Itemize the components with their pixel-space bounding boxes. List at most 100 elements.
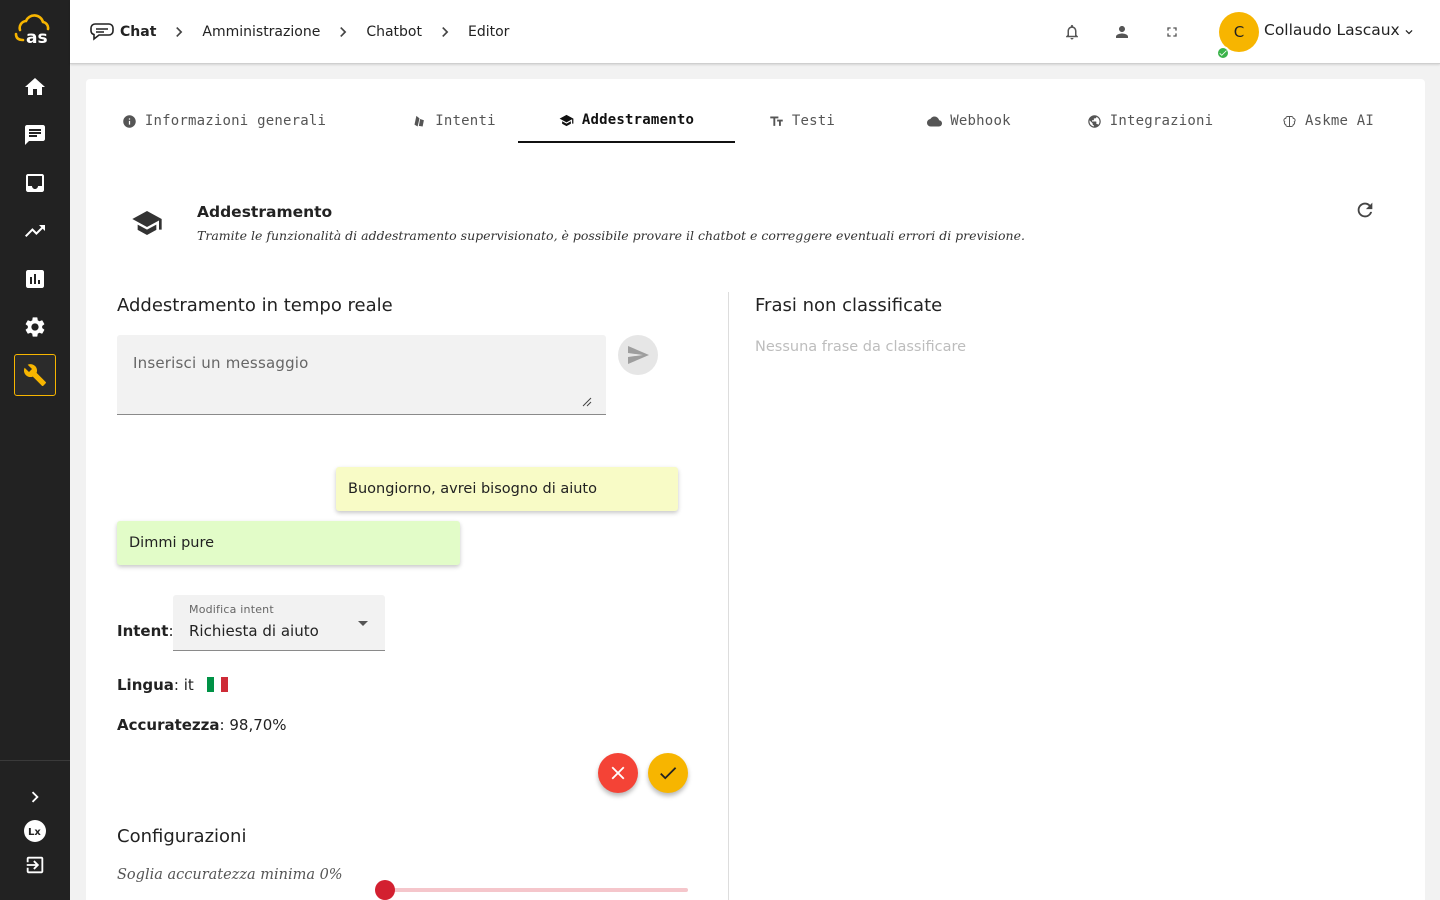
chevron-right-icon [332,21,354,43]
threshold-label: Soglia accuratezza minima 0% [117,867,343,883]
chevron-down-icon[interactable] [1402,25,1416,39]
sidebar: as Lx [0,0,70,900]
chevron-right-icon [31,791,39,803]
globe-icon [1087,114,1101,128]
svg-text:as: as [26,28,48,46]
sidebar-item-chat[interactable] [14,114,56,156]
message-input-placeholder: Inserisci un messaggio [133,354,309,372]
breadcrumb-editor: Editor [467,24,510,40]
logout-button[interactable] [21,851,49,879]
sidebar-item-home[interactable] [14,66,56,108]
section-title: Addestramento [197,203,333,221]
breadcrumb-amministrazione[interactable]: Amministrazione [202,24,320,40]
tab-label: Integrazioni [1109,113,1214,129]
tab-bar: Informazioni generali Intenti Addestrame… [86,99,1425,143]
tab-askme-ai[interactable]: Askme AI [1258,99,1398,143]
resize-handle-icon[interactable] [582,397,592,407]
check-icon [660,767,677,780]
sidebar-divider [0,760,70,761]
editor-card: Informazioni generali Intenti Addestrame… [86,79,1425,900]
italy-flag-icon [206,677,228,692]
user-name[interactable]: Collaudo Lascaux [1264,21,1400,39]
tab-informazioni-generali[interactable]: Informazioni generali [116,99,332,143]
profile-button[interactable] [1112,22,1132,42]
notifications-button[interactable] [1062,22,1082,42]
home-icon [25,78,45,95]
wrench-icon [23,364,46,386]
user-message-bubble: Buongiorno, avrei bisogno di aiuto [336,467,678,511]
chat-icon [25,125,45,145]
send-button[interactable] [618,335,658,375]
tab-label: Intenti [435,113,496,129]
dropdown-arrow-icon [358,621,368,626]
cloud-icon [927,116,943,126]
tab-label: Informazioni generali [144,113,327,129]
info-icon [123,114,136,128]
top-header: Chat Amministrazione Chatbot Editor C Co… [70,0,1440,64]
bar-chart-icon [26,270,44,288]
tab-intenti[interactable]: Intenti [374,99,534,143]
fullscreen-icon [1167,27,1177,37]
unclassified-title: Frasi non classificate [755,295,943,316]
section-subtitle: Tramite le funzionalità di addestramento… [197,228,1025,243]
chevron-right-icon [168,21,190,43]
chatbot-icon [90,23,114,41]
tab-label: Addestramento [581,112,695,128]
tab-label: Webhook [950,113,1011,129]
threshold-slider-thumb[interactable] [375,880,395,900]
refresh-icon[interactable] [1354,199,1376,221]
inbox-icon [26,174,44,192]
threshold-slider-track[interactable] [385,888,688,892]
config-title: Configurazioni [117,826,247,847]
sidebar-item-tools[interactable] [14,354,56,396]
intent-select-value: Richiesta di aiuto [189,622,319,640]
message-input[interactable]: Inserisci un messaggio [117,335,606,415]
sidebar-item-settings[interactable] [14,306,56,348]
intent-select[interactable]: Modifica intent Richiesta di aiuto [173,595,385,651]
tab-webhook[interactable]: Webhook [891,99,1047,143]
online-status-icon [1216,46,1230,60]
breadcrumb-chatbot[interactable]: Chatbot [366,24,422,40]
tab-label: Testi [791,113,836,129]
text-size-icon [770,116,783,126]
sidebar-item-reports[interactable] [14,258,56,300]
sidebar-expand-button[interactable] [21,783,49,811]
sidebar-item-inbox[interactable] [14,162,56,204]
accuracy-info: Accuratezza: 98,70% [117,716,287,734]
language-value: it [183,676,194,694]
tab-addestramento[interactable]: Addestramento [518,99,735,143]
logout-icon [26,856,44,874]
accuracy-value: 98,70% [229,716,287,734]
shapes-icon [414,115,425,126]
app-logo[interactable]: as [12,14,56,48]
bell-icon [1066,24,1078,40]
fullscreen-button[interactable] [1162,22,1182,42]
training-title: Addestramento in tempo reale [117,295,393,316]
brain-icon [1283,115,1296,127]
lx-logo-button[interactable]: Lx [21,817,49,845]
breadcrumb-chat[interactable]: Chat [120,24,156,40]
person-icon [1116,26,1128,38]
graduation-cap-icon [559,114,574,126]
unclassified-empty-message: Nessuna frase da classificare [755,339,967,355]
gear-icon [25,317,45,337]
bot-message-bubble: Dimmi pure [117,521,460,565]
graduation-cap-icon [132,211,162,235]
breadcrumb: Chat Amministrazione Chatbot Editor [90,0,509,64]
intent-select-label: Modifica intent [189,603,274,616]
lx-logo-icon: Lx [24,820,46,842]
sidebar-item-trends[interactable] [14,210,56,252]
reject-button[interactable] [598,753,638,793]
tab-integrazioni[interactable]: Integrazioni [1064,99,1236,143]
language-info: Lingua: it [117,676,228,694]
chevron-right-icon [434,21,456,43]
column-divider [728,292,729,900]
trending-icon [25,225,45,237]
send-icon [628,346,649,364]
tab-label: Askme AI [1304,113,1375,129]
tab-testi[interactable]: Testi [746,99,858,143]
accept-button[interactable] [648,753,688,793]
close-icon [611,766,625,780]
intent-label: Intent: [117,622,174,640]
svg-text:Lx: Lx [28,827,41,838]
